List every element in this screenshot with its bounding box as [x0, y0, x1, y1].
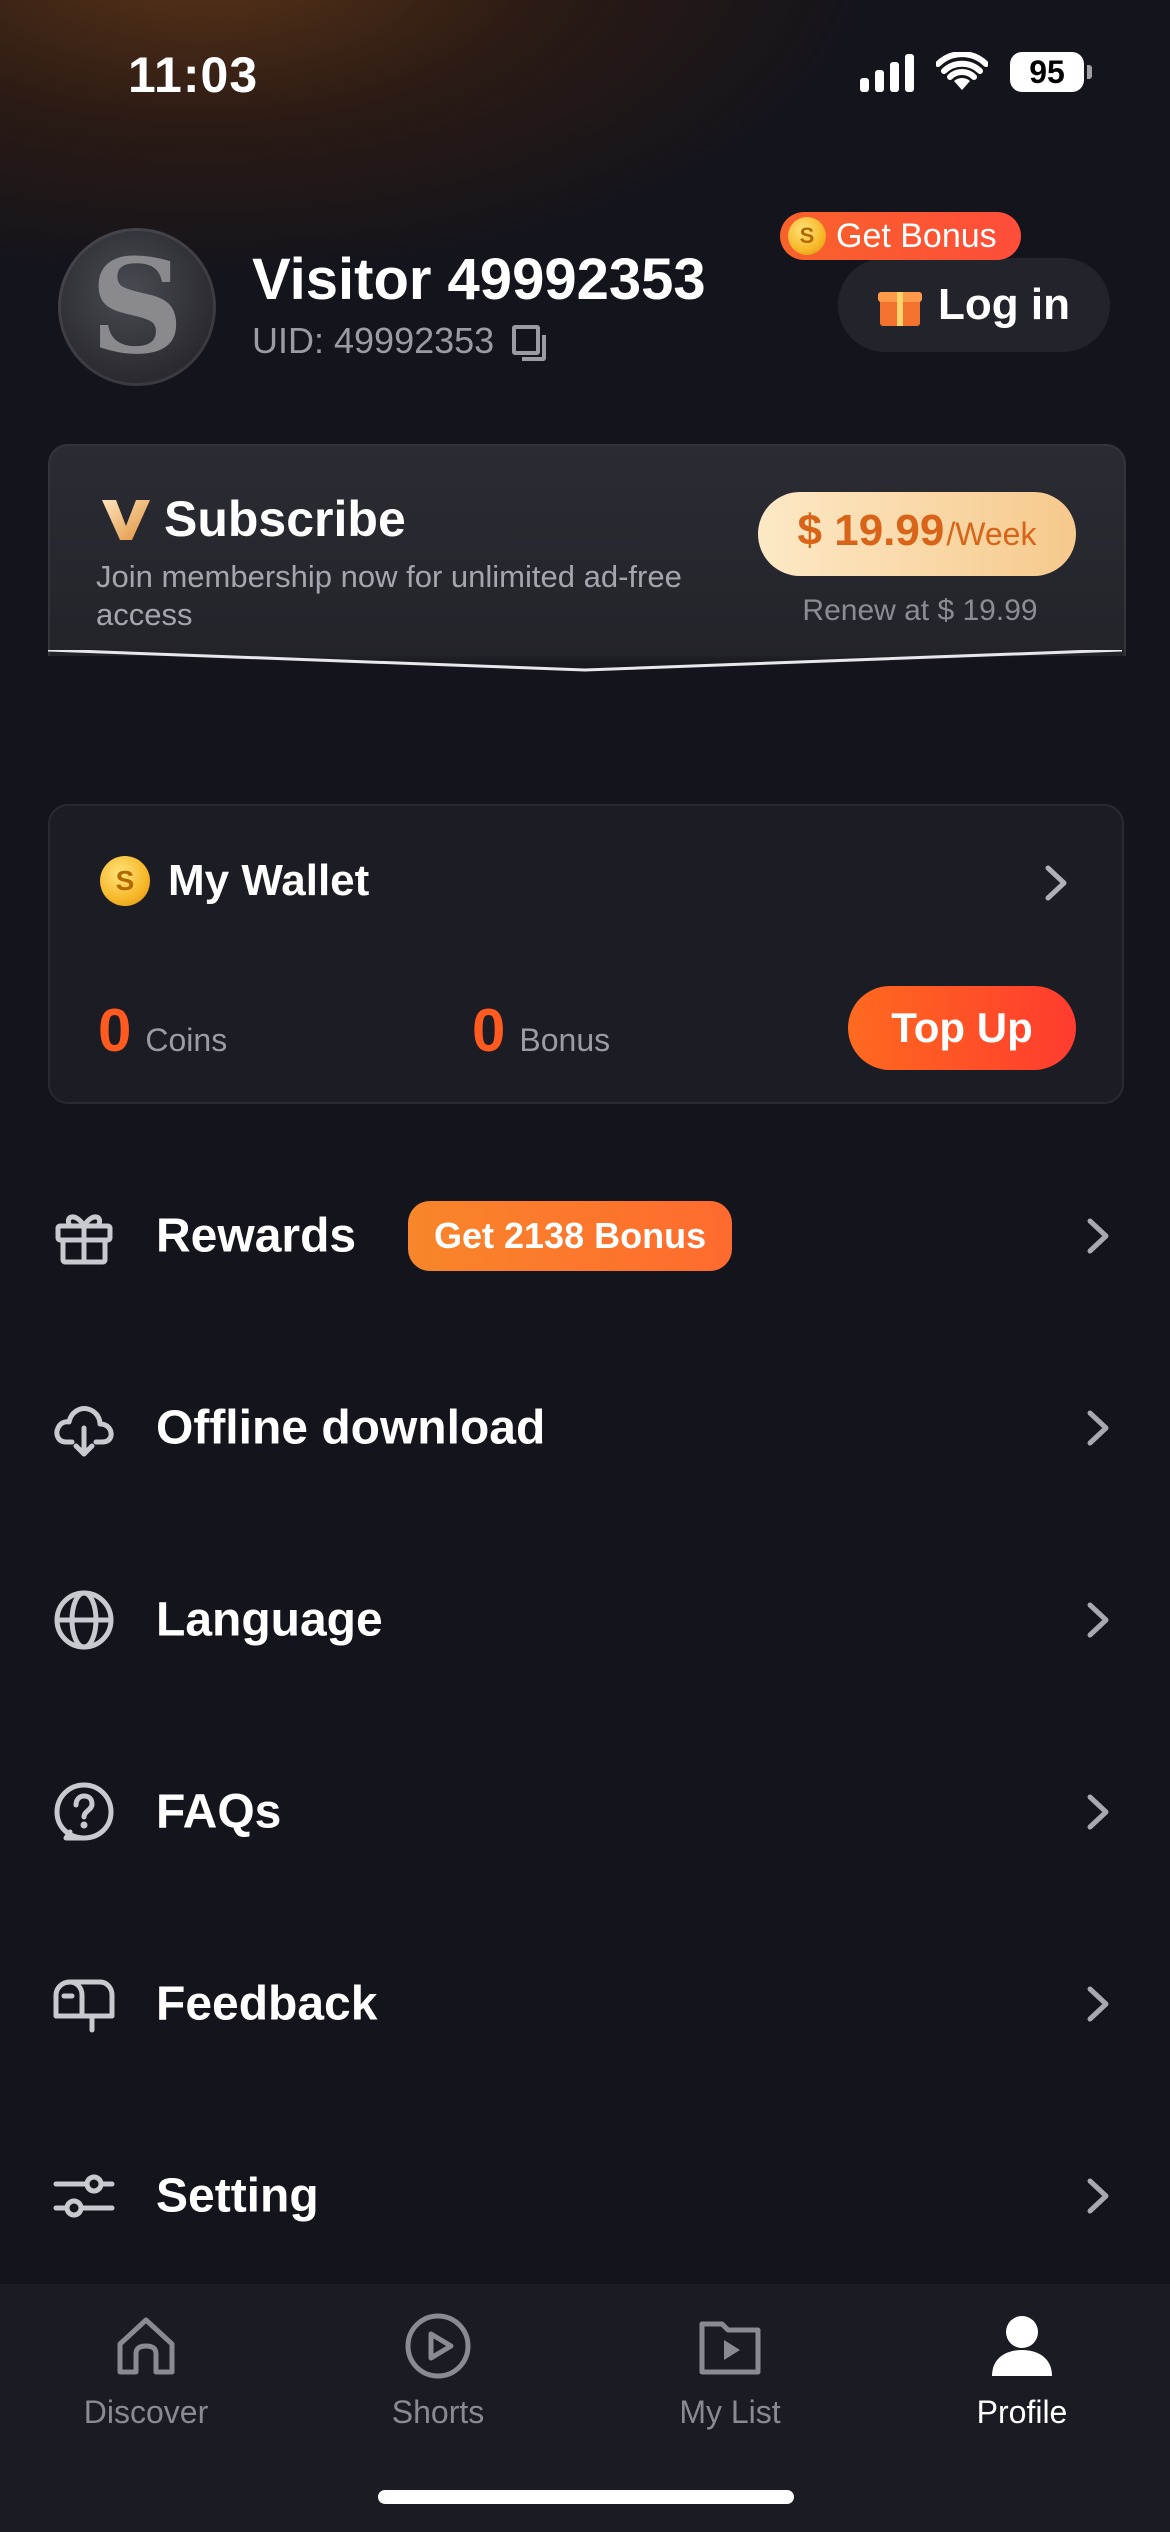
price-amount: $ 19.99	[797, 506, 945, 555]
folder-play-icon	[699, 2321, 761, 2375]
status-indicators: 95	[860, 52, 1092, 92]
chevron-right-icon	[1087, 1410, 1109, 1446]
question-icon	[54, 1782, 114, 1841]
menu-label: Feedback	[156, 1977, 378, 2031]
top-up-button[interactable]: Top Up	[848, 986, 1076, 1070]
cloud-download-icon	[54, 1406, 114, 1457]
subscribe-price-button[interactable]: $ 19.99 /Week	[758, 492, 1076, 576]
status-bar: 11:03 95	[0, 0, 1170, 150]
chevron-right-icon	[1087, 1218, 1109, 1254]
mailbox-icon	[53, 1979, 115, 2033]
chevron-right-icon	[1087, 1794, 1109, 1830]
copy-icon[interactable]	[512, 325, 547, 361]
subscribe-description: Join membership now for unlimited ad-fre…	[96, 559, 682, 632]
signal-icon	[860, 52, 914, 92]
coin-icon: S	[788, 217, 826, 255]
get-bonus-label: Get Bonus	[836, 216, 997, 255]
bonus-stat: 0 Bonus	[472, 996, 610, 1065]
avatar-letter: S	[90, 230, 184, 383]
tab-label: Discover	[83, 2394, 209, 2430]
chevron-right-icon	[1087, 1602, 1109, 1638]
coins-value: 0	[98, 997, 132, 1064]
tab-my-list[interactable]: My List	[584, 2304, 876, 2454]
menu-item-faqs[interactable]: FAQs	[0, 1716, 1170, 1908]
menu-item-rewards[interactable]: Rewards Get 2138 Bonus	[0, 1140, 1170, 1332]
menu-label: Language	[156, 1593, 383, 1647]
wallet-title: My Wallet	[168, 856, 370, 905]
menu-item-setting[interactable]: Setting	[0, 2100, 1170, 2292]
menu-item-offline-download[interactable]: Offline download	[0, 1332, 1170, 1524]
gift-icon	[55, 1214, 113, 1265]
vip-icon	[102, 500, 150, 540]
price-unit: /Week	[946, 516, 1037, 552]
chevron-right-icon	[1087, 2178, 1109, 2214]
tab-shorts[interactable]: Shorts	[292, 2304, 584, 2454]
chevron-right-icon	[1087, 1986, 1109, 2022]
home-indicator	[378, 2490, 794, 2504]
tab-label: My List	[679, 2394, 781, 2430]
subscribe-card[interactable]: Subscribe Join membership now for unlimi…	[48, 444, 1126, 656]
wifi-icon	[936, 52, 988, 90]
tab-label: Shorts	[391, 2394, 485, 2430]
menu-label: Rewards	[156, 1209, 357, 1263]
subscribe-card-edge	[48, 650, 1122, 672]
menu-label: FAQs	[156, 1785, 282, 1839]
status-time: 11:03	[128, 47, 259, 103]
menu-item-language[interactable]: Language	[0, 1524, 1170, 1716]
battery-level: 95	[1010, 52, 1084, 92]
tab-profile[interactable]: Profile	[876, 2304, 1168, 2454]
person-icon	[992, 2316, 1052, 2376]
avatar[interactable]: S	[58, 228, 216, 386]
gift-icon	[878, 284, 923, 326]
sliders-icon	[53, 2174, 115, 2218]
menu-label: Setting	[156, 2169, 319, 2223]
menu-item-feedback[interactable]: Feedback	[0, 1908, 1170, 2100]
menu-label: Offline download	[156, 1401, 546, 1455]
bonus-label: Bonus	[519, 1022, 611, 1058]
home-icon	[117, 2317, 175, 2375]
tab-discover[interactable]: Discover	[0, 2304, 292, 2454]
coins-stat: 0 Coins	[98, 996, 227, 1065]
chevron-right-icon[interactable]	[1044, 864, 1070, 902]
tab-label: Profile	[976, 2394, 1068, 2430]
globe-icon	[54, 1590, 114, 1650]
uid-row: UID: 49992353	[252, 320, 547, 362]
coins-label: Coins	[145, 1022, 228, 1058]
bonus-value: 0	[472, 997, 506, 1064]
subscribe-title: Subscribe	[164, 491, 406, 547]
login-button[interactable]: Log in	[838, 258, 1110, 352]
wallet-header: S My Wallet	[100, 856, 369, 906]
play-circle-icon	[405, 2313, 471, 2379]
uid-text: UID: 49992353	[252, 320, 495, 361]
battery-icon: 95	[1010, 52, 1092, 92]
rewards-bonus-badge: Get 2138 Bonus	[408, 1201, 733, 1271]
username: Visitor 49992353	[252, 247, 706, 312]
renew-text: Renew at $ 19.99	[802, 594, 1038, 627]
get-bonus-badge[interactable]: S Get Bonus	[780, 212, 1021, 260]
login-label: Log in	[938, 280, 1070, 329]
coin-icon: S	[100, 856, 150, 906]
wallet-card[interactable]: S My Wallet 0 Coins 0 Bonus Top Up	[48, 804, 1124, 1104]
